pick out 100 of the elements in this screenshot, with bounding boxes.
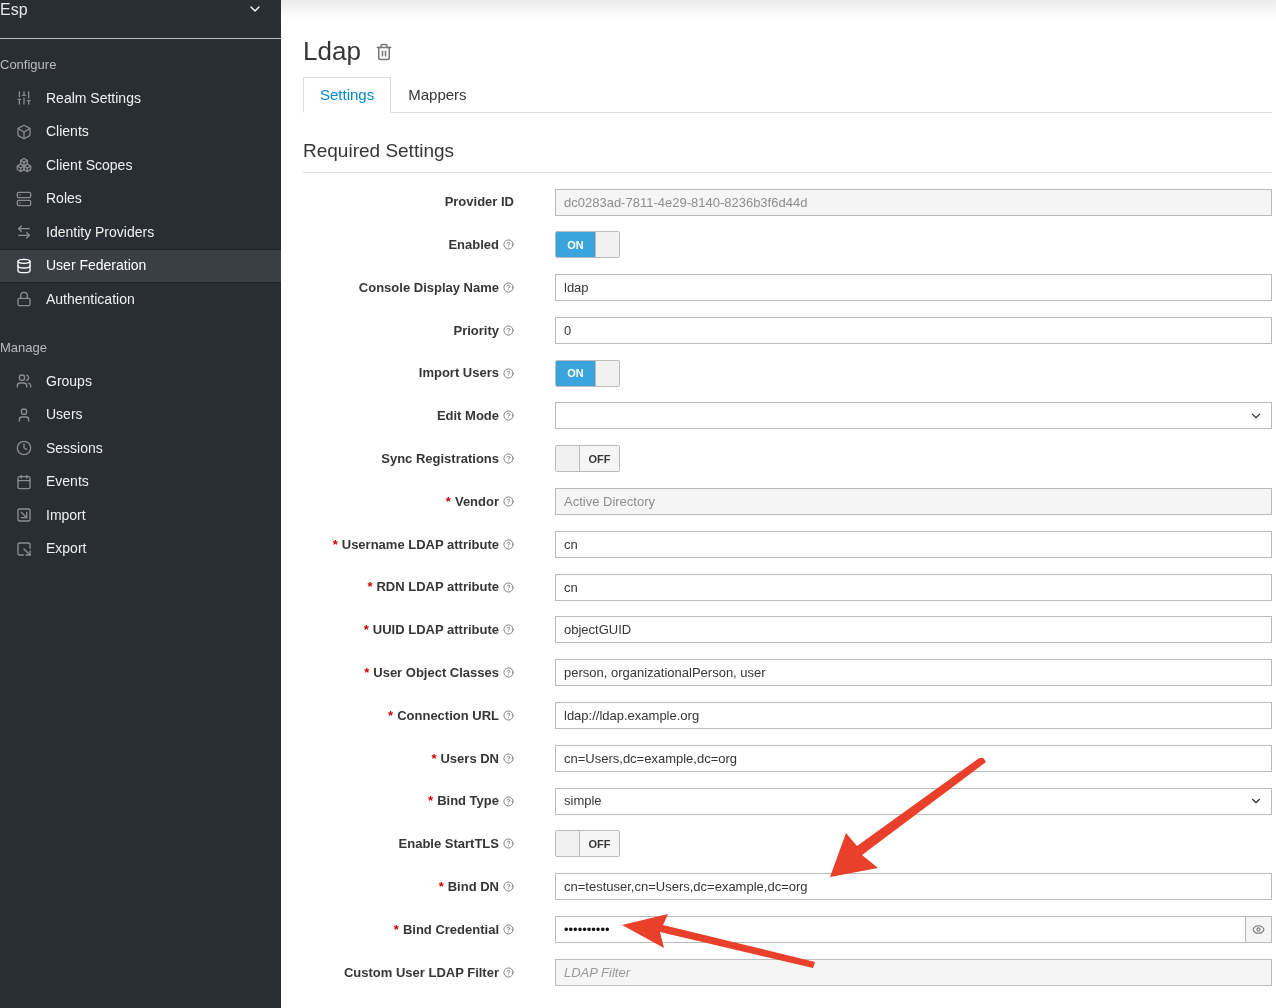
sidebar-item-label: Groups bbox=[46, 371, 92, 391]
help-icon[interactable] bbox=[503, 453, 514, 465]
sidebar-item[interactable]: Import bbox=[0, 498, 281, 532]
help-icon[interactable] bbox=[503, 581, 514, 593]
input-field[interactable]: 0 bbox=[555, 316, 1272, 344]
toggle-label: OFF bbox=[580, 446, 619, 472]
sidebar-item-label: Events bbox=[46, 472, 89, 492]
help-icon[interactable] bbox=[503, 752, 514, 764]
field-label: Bind Type bbox=[437, 792, 499, 811]
field-label: Users DN bbox=[440, 749, 499, 768]
select-field[interactable] bbox=[555, 402, 1272, 430]
tab[interactable]: Mappers bbox=[391, 77, 484, 113]
sidebar-item[interactable]: User Federation bbox=[0, 249, 281, 283]
sidebar-item-label: Client Scopes bbox=[46, 155, 133, 175]
help-icon[interactable] bbox=[503, 924, 514, 936]
field-label: Import Users bbox=[418, 364, 499, 383]
required-asterisk: * bbox=[428, 792, 434, 811]
person-icon bbox=[16, 406, 32, 423]
field-label: Edit Mode bbox=[436, 407, 499, 426]
input-field[interactable]: objectGUID bbox=[555, 616, 1272, 644]
help-icon[interactable] bbox=[503, 795, 514, 807]
sidebar-item[interactable]: Identity Providers bbox=[0, 215, 281, 249]
sidebar-item[interactable]: Roles bbox=[0, 182, 281, 216]
field-label: RDN LDAP attribute bbox=[376, 578, 499, 597]
input-field[interactable]: person, organizationalPerson, user bbox=[555, 659, 1272, 687]
trash-icon[interactable] bbox=[374, 42, 393, 61]
lock-icon bbox=[16, 291, 32, 308]
sidebar-item-label: Roles bbox=[46, 189, 82, 209]
help-icon[interactable] bbox=[503, 538, 514, 550]
square-arrow-out-icon bbox=[16, 540, 32, 557]
input-field[interactable]: ldap bbox=[555, 274, 1272, 302]
help-icon[interactable] bbox=[503, 667, 514, 679]
toggle-label: ON bbox=[556, 232, 595, 258]
toggle-label: OFF bbox=[580, 831, 619, 857]
help-icon[interactable] bbox=[503, 410, 514, 422]
required-asterisk: * bbox=[367, 578, 373, 597]
sidebar-item[interactable]: Users bbox=[0, 398, 281, 432]
sidebar-item[interactable]: Clients bbox=[0, 115, 281, 149]
calendar-icon bbox=[16, 473, 32, 490]
required-asterisk: * bbox=[388, 706, 394, 725]
required-asterisk: * bbox=[364, 664, 370, 682]
field-label: UUID LDAP attribute bbox=[372, 621, 499, 640]
password-field[interactable]: •••••••••• bbox=[555, 916, 1245, 944]
sidebar-item[interactable]: Groups bbox=[0, 364, 281, 398]
help-icon[interactable] bbox=[503, 881, 514, 893]
sidebar-section-title: Manage bbox=[0, 339, 48, 357]
field-label: Username LDAP attribute bbox=[341, 535, 499, 554]
sliders-icon bbox=[16, 90, 32, 107]
cube-icon bbox=[16, 123, 32, 140]
help-icon[interactable] bbox=[503, 239, 514, 251]
cubes-icon bbox=[16, 157, 32, 174]
sidebar-item-label: Identity Providers bbox=[46, 222, 155, 242]
input-field[interactable]: cn=testuser,cn=Users,dc=example,dc=org bbox=[555, 873, 1272, 901]
toggle-switch[interactable]: OFF bbox=[555, 445, 620, 473]
sidebar-item-label: User Federation bbox=[46, 256, 147, 276]
people-icon bbox=[16, 373, 32, 390]
required-asterisk: * bbox=[445, 492, 451, 511]
input-field[interactable]: cn bbox=[555, 530, 1272, 558]
show-password-button[interactable] bbox=[1245, 916, 1272, 944]
input-field[interactable]: cn bbox=[555, 573, 1272, 601]
help-icon[interactable] bbox=[503, 282, 514, 294]
sidebar-item[interactable]: Export bbox=[0, 532, 281, 566]
sidebar-item[interactable]: Authentication bbox=[0, 282, 281, 316]
sidebar-item[interactable]: Events bbox=[0, 465, 281, 499]
sidebar-item-label: Sessions bbox=[46, 438, 103, 458]
input-field[interactable]: ldap://ldap.example.org bbox=[555, 702, 1272, 730]
sidebar-item-label: Authentication bbox=[46, 289, 135, 309]
help-icon[interactable] bbox=[503, 624, 514, 636]
select-field[interactable]: simple bbox=[555, 787, 1272, 815]
field-label: Vendor bbox=[454, 492, 499, 511]
tab[interactable]: Settings bbox=[303, 77, 392, 113]
eye-icon bbox=[1252, 923, 1265, 937]
help-icon[interactable] bbox=[503, 324, 514, 336]
sidebar-item[interactable]: Realm Settings bbox=[0, 81, 281, 115]
sidebar-item[interactable]: Sessions bbox=[0, 431, 281, 465]
field-label: Provider ID bbox=[444, 193, 514, 212]
help-icon[interactable] bbox=[503, 710, 514, 722]
required-asterisk: * bbox=[363, 621, 369, 640]
toggle-switch[interactable]: OFF bbox=[555, 830, 620, 858]
section-title: Required Settings bbox=[303, 137, 1272, 173]
exchange-arrows-icon bbox=[16, 224, 32, 241]
field-label: Console Display Name bbox=[358, 278, 499, 297]
field-label: Enabled bbox=[448, 236, 499, 255]
required-asterisk: * bbox=[332, 535, 338, 554]
stacked-bars-icon bbox=[16, 190, 32, 207]
sidebar-item-label: Clients bbox=[46, 122, 89, 142]
sidebar-item[interactable]: Client Scopes bbox=[0, 148, 281, 182]
input-field[interactable]: cn=Users,dc=example,dc=org bbox=[555, 744, 1272, 772]
field-label: Custom User LDAP Filter bbox=[343, 963, 499, 982]
field-label: Connection URL bbox=[397, 706, 499, 725]
sidebar-item-label: Realm Settings bbox=[46, 88, 141, 108]
field-label: Enable StartTLS bbox=[398, 835, 499, 854]
field-label: Bind Credential bbox=[402, 920, 499, 939]
required-asterisk: * bbox=[431, 749, 437, 768]
sidebar-item-label: Export bbox=[46, 539, 87, 559]
field-label: Sync Registrations bbox=[381, 450, 499, 469]
database-icon bbox=[16, 257, 32, 274]
select-value: simple bbox=[564, 792, 602, 811]
help-icon[interactable] bbox=[503, 838, 514, 850]
help-icon[interactable] bbox=[503, 367, 514, 379]
